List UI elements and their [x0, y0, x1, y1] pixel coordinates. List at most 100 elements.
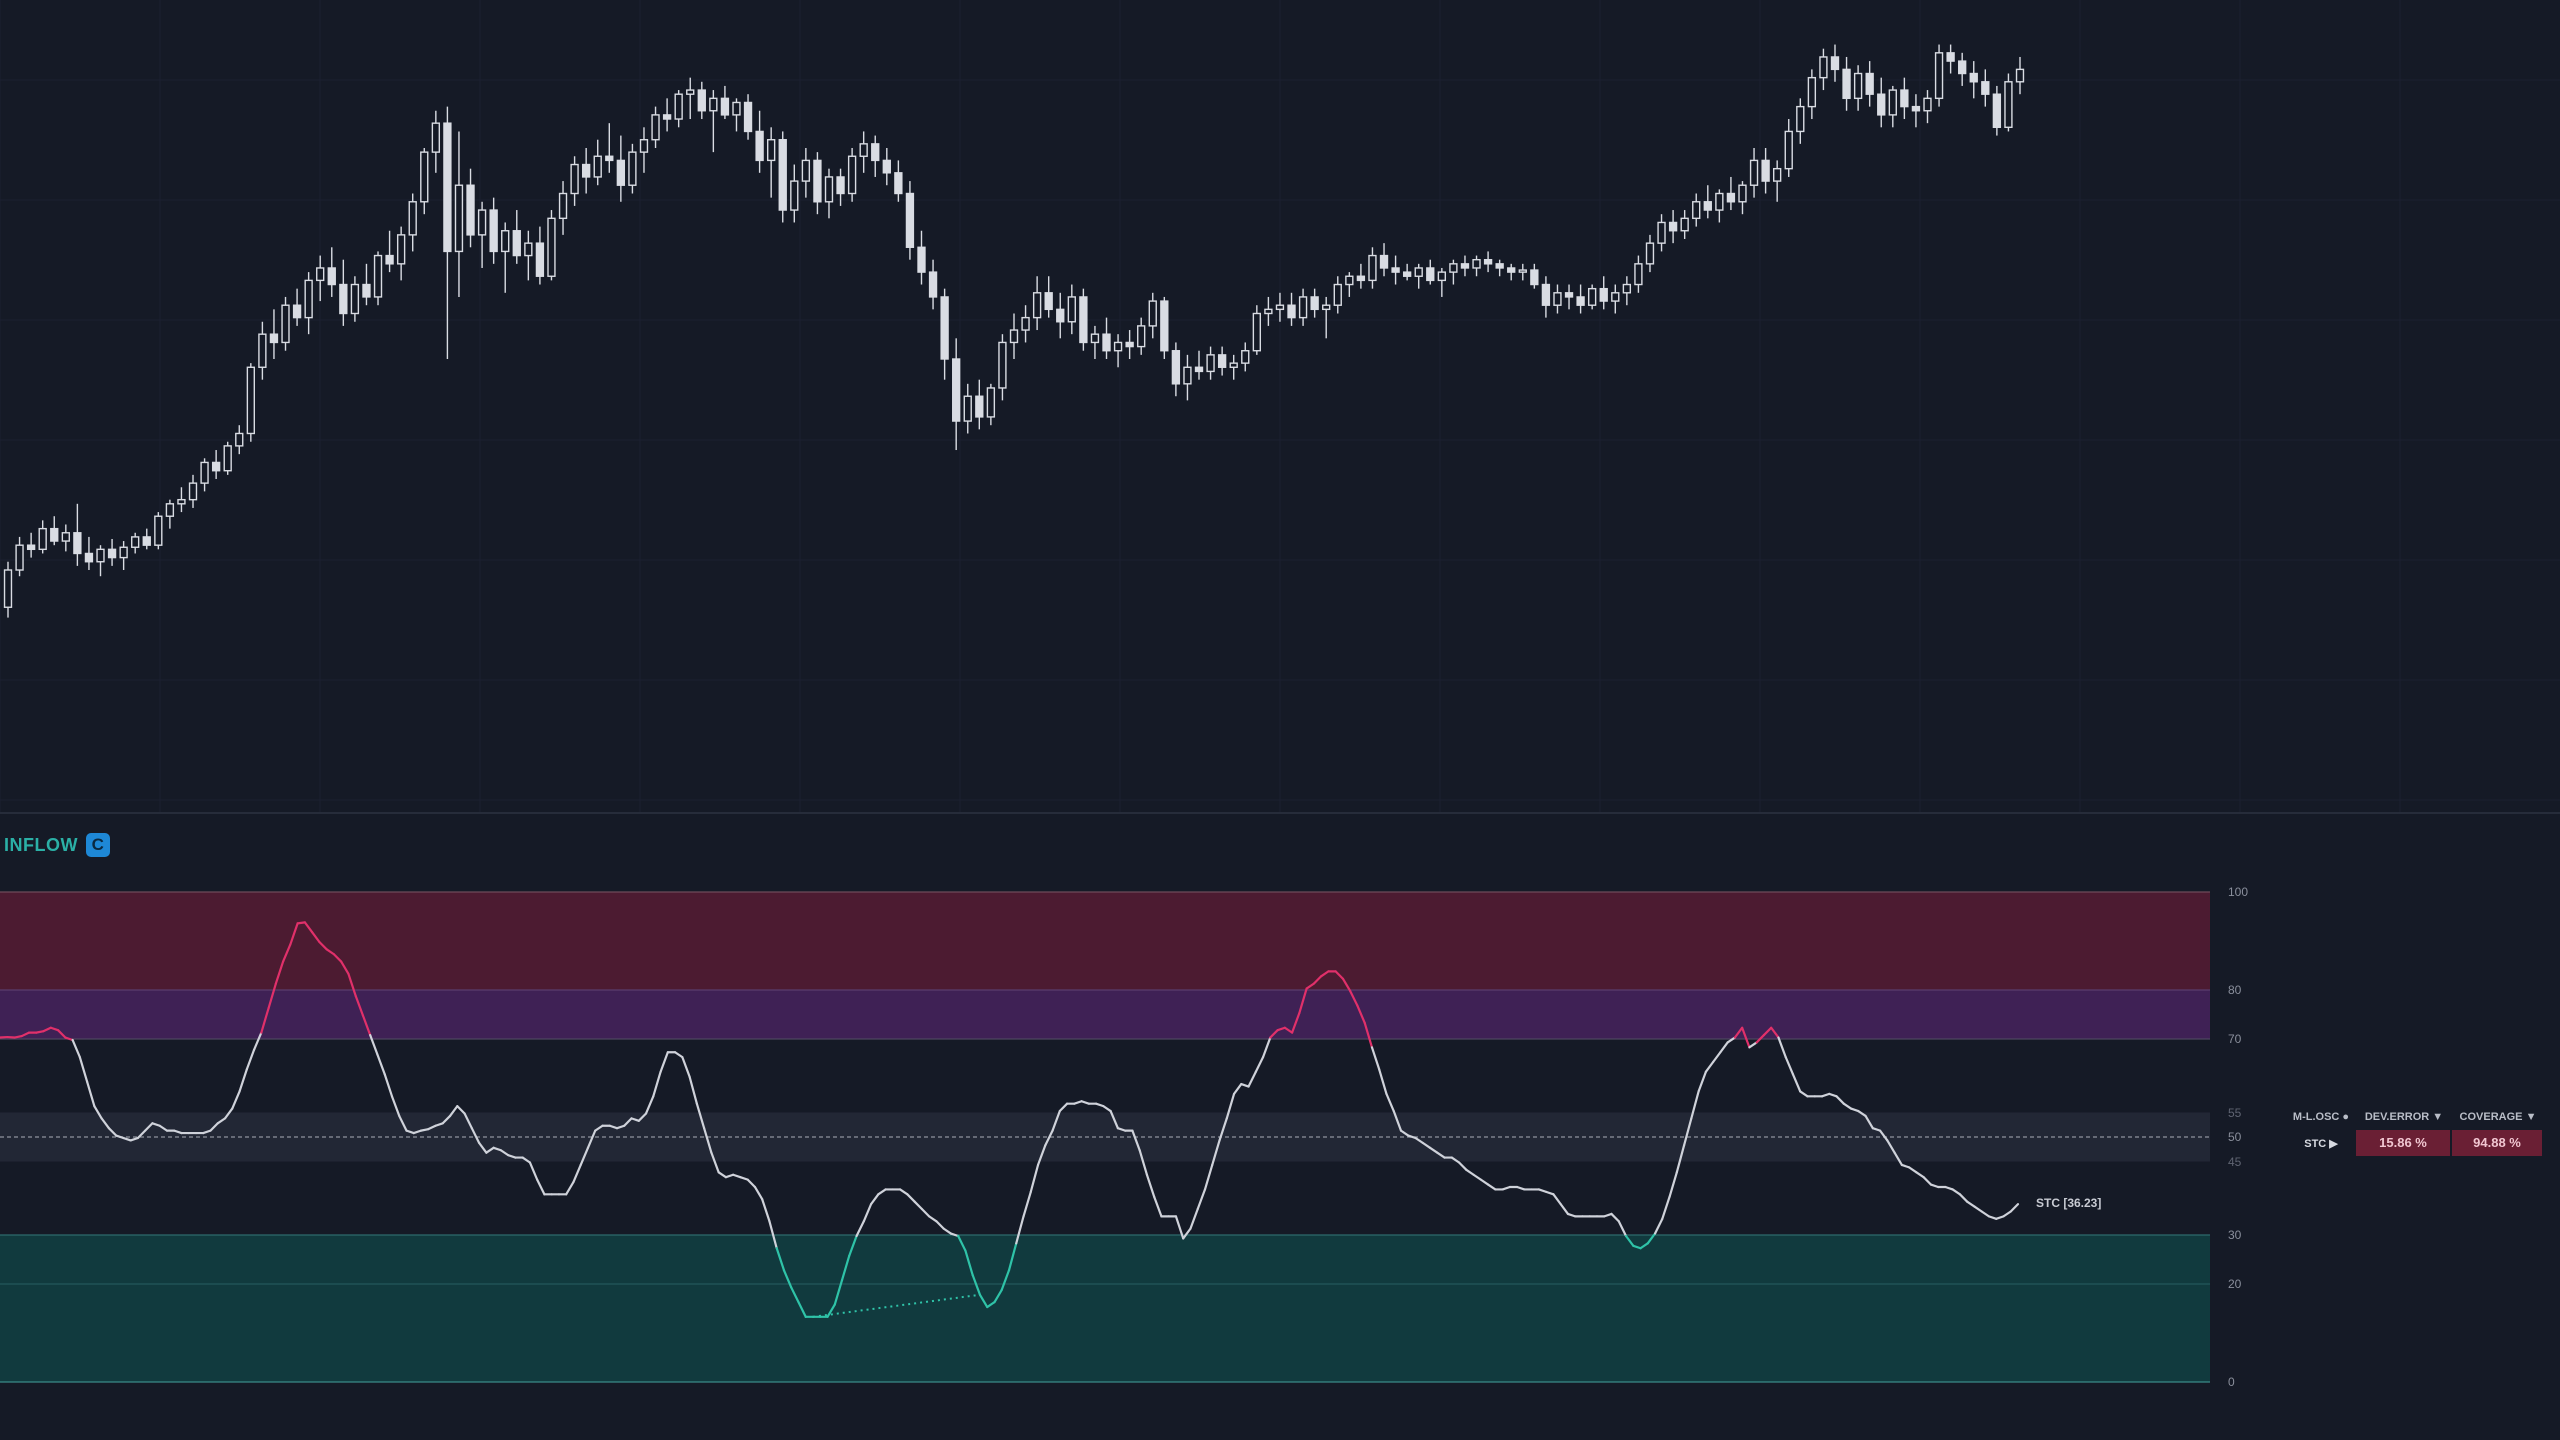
candle-body — [940, 296, 949, 360]
candle-body — [1541, 283, 1551, 306]
indicator-title[interactable]: INFLOW C — [4, 832, 110, 858]
candle — [1021, 305, 1030, 343]
candle-body — [1217, 354, 1227, 368]
stc-line-segment — [383, 1073, 394, 1098]
stc-line-segment — [724, 1173, 735, 1179]
candle — [501, 222, 510, 293]
header-dev-error[interactable]: DEV.ERROR ▼ — [2356, 1111, 2452, 1123]
candle — [1160, 296, 1169, 359]
stc-line-segment — [1719, 1041, 1729, 1054]
candle — [1507, 263, 1516, 281]
candle — [327, 247, 336, 297]
candle — [882, 147, 891, 186]
candle-body — [1160, 300, 1169, 352]
candle-body — [1992, 93, 2002, 128]
candle — [84, 536, 94, 571]
header-coverage[interactable]: COVERAGE ▼ — [2452, 1111, 2544, 1123]
stc-line-segment — [899, 1188, 909, 1196]
candle — [1090, 325, 1100, 359]
stc-line-segment — [1777, 1036, 1787, 1059]
candle-body — [1738, 184, 1747, 203]
stc-line-segment — [717, 1171, 727, 1179]
candle-body — [512, 230, 521, 257]
candle — [963, 383, 972, 434]
candle — [755, 110, 764, 173]
candle — [1969, 61, 1978, 99]
candle — [1402, 263, 1412, 281]
candle-body — [1183, 366, 1192, 385]
candle-body — [84, 552, 94, 563]
stc-line-segment — [1915, 1171, 1925, 1179]
candle-body — [246, 366, 255, 435]
candle-body — [477, 209, 487, 236]
candle — [1264, 296, 1273, 326]
candle-body — [1692, 201, 1701, 220]
candle-body — [385, 254, 394, 265]
stc-line-segment — [245, 1048, 256, 1071]
candle-body — [1946, 52, 1955, 62]
candle — [1356, 263, 1366, 289]
candle-body — [905, 192, 915, 248]
stc-line-segment — [1603, 1212, 1613, 1218]
stc-line-segment — [1465, 1168, 1475, 1176]
candle-body — [131, 536, 140, 548]
candle — [813, 152, 822, 215]
candle — [26, 532, 36, 558]
stc-line-segment — [419, 1128, 430, 1132]
candle — [235, 425, 244, 455]
candle-body — [154, 515, 163, 546]
candle-body — [986, 387, 996, 418]
candle — [61, 524, 70, 552]
candle-body — [1252, 312, 1261, 352]
candle — [1564, 284, 1574, 310]
candle — [871, 135, 880, 177]
stc-line-segment — [920, 1207, 931, 1218]
candle-body — [1345, 275, 1354, 286]
stc-line-segment — [1799, 1090, 1809, 1098]
candle — [1587, 284, 1597, 310]
candle-body — [1853, 72, 1863, 100]
candle — [1946, 44, 1955, 74]
candle — [1056, 292, 1065, 339]
candle-body — [732, 101, 741, 116]
candle — [1830, 44, 1840, 82]
candlestick-chart[interactable] — [0, 0, 2560, 812]
candle-body — [1715, 192, 1724, 211]
stc-line-segment — [1095, 1102, 1105, 1108]
candle — [2015, 56, 2025, 95]
candle — [952, 338, 961, 451]
candle — [420, 147, 429, 215]
candle-body — [142, 536, 151, 546]
candle-body — [1807, 76, 1817, 108]
candle-body — [871, 143, 880, 162]
candle-body — [1356, 275, 1366, 282]
axis-tick-label: 0 — [2228, 1375, 2235, 1389]
stc-line-segment — [1378, 1068, 1388, 1095]
dev-error-value: 15.86 % — [2356, 1130, 2450, 1156]
candle-body — [1796, 105, 1805, 133]
candle — [1194, 350, 1204, 380]
candle — [2004, 73, 2013, 132]
candle-body — [1900, 89, 1909, 108]
candle — [732, 98, 741, 132]
candle-body — [1981, 81, 1990, 95]
candle — [1853, 65, 1863, 111]
stc-line-segment — [1153, 1195, 1163, 1218]
stc-line-segment — [739, 1176, 749, 1181]
candle-body — [1402, 271, 1412, 277]
stc-line-segment — [1029, 1163, 1040, 1193]
candle — [512, 210, 521, 264]
candle — [246, 363, 255, 442]
candle-body — [593, 155, 602, 178]
candle — [177, 487, 186, 513]
candle-body — [697, 89, 706, 112]
price-chart-pane[interactable] — [0, 0, 2560, 812]
stc-line-segment — [1828, 1092, 1838, 1098]
stc-line-segment — [1908, 1166, 1918, 1174]
stc-oscillator-chart[interactable] — [0, 814, 2560, 1440]
stc-line-segment — [1058, 1102, 1069, 1113]
stc-line-segment — [1922, 1176, 1932, 1186]
oscillator-pane[interactable] — [0, 814, 2560, 1440]
candle-body — [327, 267, 336, 286]
candle — [1796, 98, 1805, 144]
